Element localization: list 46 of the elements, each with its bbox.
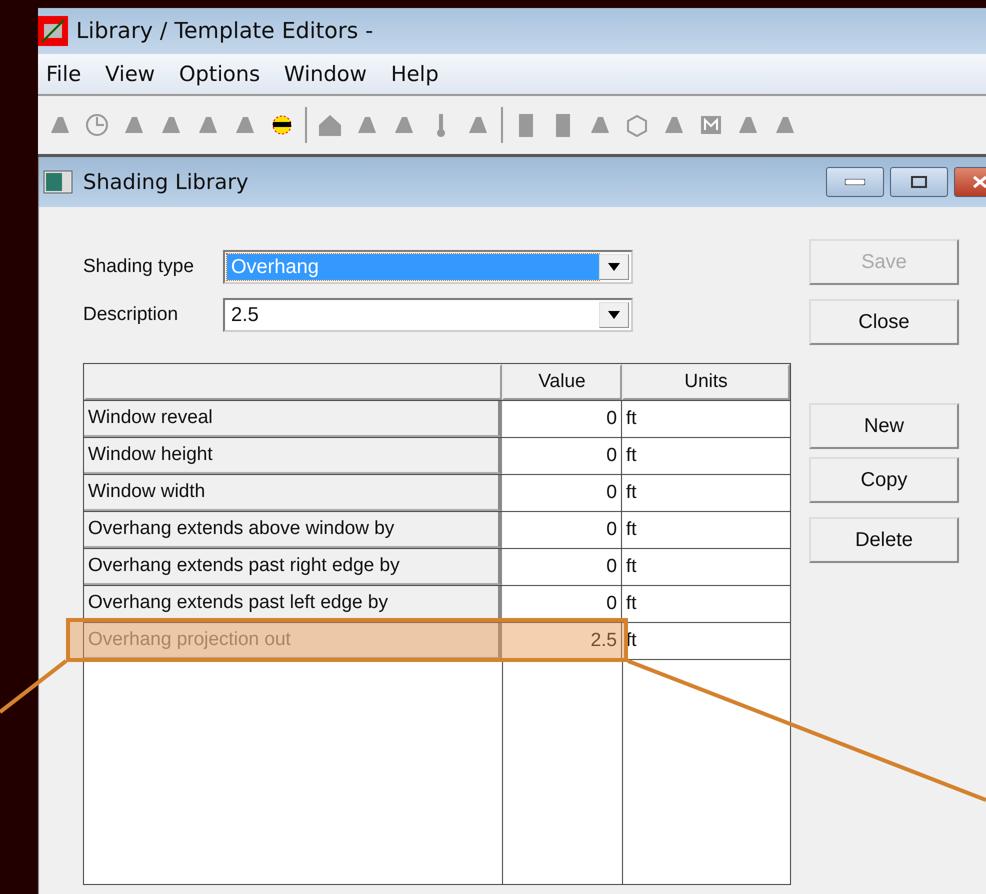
action-button[interactable]: New [809, 403, 959, 449]
units-cell-text: ft [625, 481, 638, 505]
clock-icon[interactable] [83, 111, 111, 139]
dropdown-arrow-icon[interactable] [608, 263, 620, 271]
menu-item[interactable]: File [38, 62, 90, 86]
row-label: Window reveal [84, 401, 502, 437]
maximize-button[interactable] [890, 167, 948, 197]
field-label: Shading type [83, 256, 195, 278]
action-button[interactable]: Close [809, 299, 959, 345]
value-cell[interactable]: 0 [502, 401, 622, 437]
app-icon [38, 16, 68, 46]
menu-item[interactable]: View [97, 62, 163, 86]
leader-line [0, 659, 68, 714]
child-window-title: Shading Library [83, 170, 248, 194]
units-cell-text: ft [625, 444, 638, 468]
column-header[interactable]: Units [622, 364, 790, 400]
value-cell[interactable]: 0 [502, 586, 622, 622]
field-label: Description [83, 304, 180, 326]
dropdown-field[interactable]: 2.5 [223, 298, 633, 332]
row-label: Window height [84, 438, 502, 474]
window-icon [43, 170, 73, 194]
minimize-button[interactable] [826, 167, 884, 197]
dropdown-arrow-icon[interactable] [608, 311, 620, 319]
row-label: Overhang extends past right edge by [84, 549, 502, 585]
units-cell-text: ft [625, 555, 638, 579]
units-cell-text: ft [625, 407, 638, 431]
maximize-icon [911, 176, 927, 188]
value-cell[interactable]: 0 [502, 475, 622, 511]
units-cell-text: ft [625, 592, 638, 616]
column-header[interactable]: Value [502, 364, 622, 400]
close-icon [972, 175, 986, 189]
units-cell-text: ft [625, 518, 638, 542]
row-label: Overhang extends above window by [84, 512, 502, 548]
action-button[interactable]: Copy [809, 457, 959, 503]
menu-item[interactable]: Window [276, 62, 375, 86]
row-label: Window width [84, 475, 502, 511]
menu-item[interactable]: Help [382, 62, 447, 86]
action-button[interactable]: Delete [809, 517, 959, 563]
value-cell[interactable]: 0 [502, 512, 622, 548]
row-label: Overhang projection out [84, 623, 502, 659]
value-cell[interactable]: 0 [502, 438, 622, 474]
menu-item[interactable]: Options [170, 62, 268, 86]
minimize-icon [845, 179, 865, 185]
window-title: Library / Template Editors - [76, 18, 374, 44]
value-cell[interactable]: 0 [502, 549, 622, 585]
column-header[interactable] [84, 364, 502, 400]
